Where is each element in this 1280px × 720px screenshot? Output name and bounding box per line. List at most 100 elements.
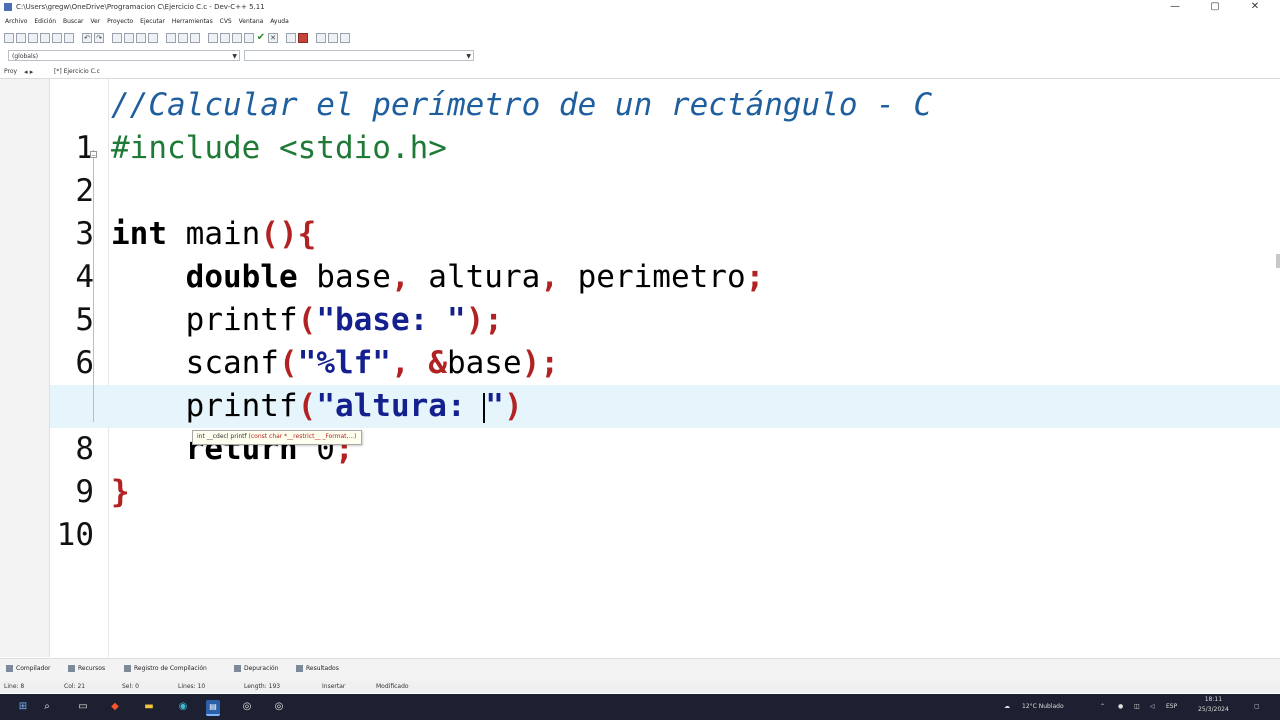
windows-start-icon[interactable]: ⊞ [16, 700, 30, 714]
language-indicator[interactable]: ESP [1166, 700, 1177, 714]
code-line-active: 8 printf("altura: ") [50, 385, 1280, 467]
tray-overflow-icon[interactable]: ⌃ [1100, 700, 1105, 714]
code-symbol: ( [297, 388, 317, 424]
close-icon[interactable] [52, 33, 62, 43]
tab-compilador[interactable]: Compilador [6, 663, 50, 675]
stop-icon[interactable]: ✕ [268, 33, 278, 43]
menu-edicion[interactable]: Edición [34, 16, 56, 28]
indent-icon[interactable] [166, 33, 176, 43]
code-symbol: ) [465, 302, 485, 338]
fold-toggle-icon[interactable]: − [90, 151, 97, 159]
scroll-marker[interactable] [1276, 254, 1280, 268]
tab-label: Depuración [244, 665, 279, 672]
find-next-icon[interactable] [136, 33, 146, 43]
help-icon[interactable] [340, 33, 350, 43]
unindent-icon[interactable] [178, 33, 188, 43]
debug-icon[interactable] [286, 33, 296, 43]
weather-icon[interactable]: ☁ [1004, 700, 1010, 714]
menu-ejecutar[interactable]: Ejecutar [140, 16, 165, 28]
notifications-icon[interactable]: ▢ [1254, 700, 1260, 714]
save-all-icon[interactable] [40, 33, 50, 43]
code-identifier: base [446, 345, 522, 381]
compiler-combo[interactable]: ▼ [244, 50, 474, 61]
code-string: "%lf" [297, 345, 391, 381]
compiler-icon [6, 665, 13, 672]
menu-proyecto[interactable]: Proyecto [107, 16, 133, 28]
symbol-combo[interactable]: (globals) ▼ [8, 50, 240, 61]
minimize-button[interactable]: — [1160, 0, 1190, 14]
undo-icon[interactable]: ↶ [82, 33, 92, 43]
search-icon[interactable]: ⌕ [40, 700, 54, 714]
toolbar-divider [76, 33, 80, 43]
find-icon[interactable] [112, 33, 122, 43]
function-signature-tooltip: int __cdecl printf (const char *__restri… [192, 430, 362, 445]
edge-browser-icon[interactable]: ◉ [176, 700, 190, 714]
code-symbol: & [409, 345, 447, 381]
app-taskbar-icon[interactable]: ◎ [272, 700, 286, 714]
tab-ejercicio-c[interactable]: [*] Ejercicio C.c [54, 66, 100, 78]
task-view-icon[interactable]: ▭ [76, 700, 90, 714]
new-class-icon[interactable] [316, 33, 326, 43]
maximize-button[interactable]: ▢ [1200, 0, 1230, 14]
rebuild-icon[interactable] [244, 33, 254, 43]
status-modified: Modificado [376, 683, 409, 690]
toolbar-divider [280, 33, 284, 43]
save-icon[interactable] [28, 33, 38, 43]
check-icon[interactable]: ✔ [256, 33, 266, 43]
app-taskbar-icon[interactable]: ◎ [240, 700, 254, 714]
menu-ver[interactable]: Ver [90, 16, 100, 28]
tooltip-args: (const char *__restrict__ _Format,...) [248, 433, 357, 440]
tab-resultados[interactable]: Resultados [296, 663, 339, 675]
compile-icon[interactable] [208, 33, 218, 43]
status-length: Length: 193 [244, 683, 281, 690]
code-identifier: main [167, 216, 261, 252]
goto-icon[interactable] [148, 33, 158, 43]
print-icon[interactable] [64, 33, 74, 43]
code-comment: //Calcular el perímetro de un rectángulo… [111, 87, 933, 123]
code-symbol: ; [540, 345, 559, 381]
clock[interactable]: 18:11 25/3/2024 [1198, 695, 1229, 715]
devcpp-taskbar-icon[interactable]: ▤ [206, 700, 220, 716]
options-icon[interactable] [328, 33, 338, 43]
panel-arrows-icon[interactable]: ◂ ▸ [24, 66, 33, 78]
devcpp-app-icon [4, 3, 12, 11]
code-editor[interactable]: 1 //Calcular el perímetro de un rectángu… [50, 79, 1280, 657]
toggle-comment-icon[interactable] [190, 33, 200, 43]
menu-buscar[interactable]: Buscar [63, 16, 84, 28]
redo-icon[interactable]: ↷ [94, 33, 104, 43]
status-sel: Sel: 0 [122, 683, 139, 690]
menu-herramientas[interactable]: Herramientas [172, 16, 213, 28]
resources-icon [68, 665, 75, 672]
tab-depuracion[interactable]: Depuración [234, 663, 279, 675]
brave-browser-icon[interactable]: ◆ [108, 700, 122, 714]
network-icon[interactable]: ◫ [1134, 700, 1140, 714]
profile-icon[interactable] [298, 33, 308, 43]
title-bar: C:\Users\gregw\OneDrive\Programacion C\E… [0, 0, 1280, 14]
tab-proyecto[interactable]: Proy [4, 66, 17, 78]
new-file-icon[interactable] [4, 33, 14, 43]
file-explorer-icon[interactable]: ▬ [142, 700, 156, 714]
code-identifier: printf [185, 302, 298, 338]
open-icon[interactable] [16, 33, 26, 43]
menu-ayuda[interactable]: Ayuda [270, 16, 289, 28]
microphone-icon[interactable]: ● [1118, 700, 1123, 714]
code-keyword: double [185, 259, 298, 295]
code-line: 2 #include <stdio.h> [50, 127, 1280, 209]
tab-label: Recursos [78, 665, 106, 672]
replace-icon[interactable] [124, 33, 134, 43]
menu-cvs[interactable]: CVS [220, 16, 232, 28]
tab-registro-compilacion[interactable]: Registro de Compilación [124, 663, 207, 675]
code-identifier: altura [409, 259, 541, 295]
menu-archivo[interactable]: Archivo [5, 16, 27, 28]
menu-ventana[interactable]: Ventana [239, 16, 264, 28]
volume-icon[interactable]: ◁ [1150, 700, 1155, 714]
code-symbol: , [390, 259, 410, 295]
compile-run-icon[interactable] [232, 33, 242, 43]
code-symbol: () [260, 216, 298, 252]
code-symbol: ) [503, 388, 523, 424]
weather-text[interactable]: 12°C Nublado [1022, 700, 1064, 714]
status-lines: Lines: 10 [178, 683, 206, 690]
close-window-button[interactable]: ✕ [1240, 0, 1270, 14]
run-icon[interactable] [220, 33, 230, 43]
tab-recursos[interactable]: Recursos [68, 663, 105, 675]
